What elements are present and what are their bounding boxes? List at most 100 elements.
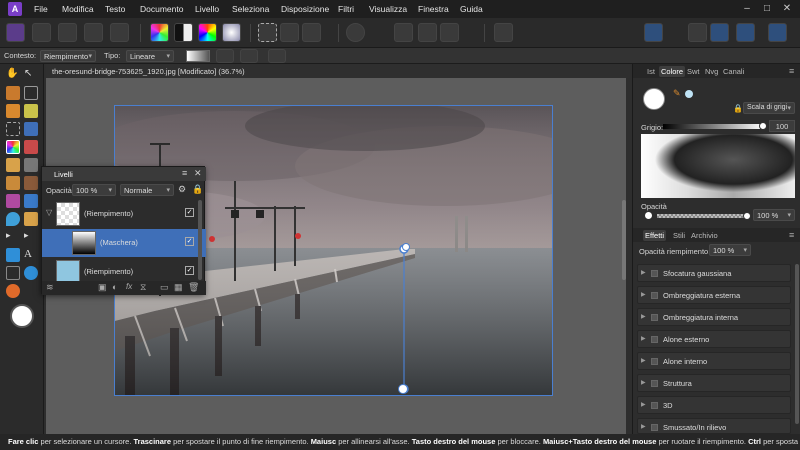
- sponge-tool-icon[interactable]: [24, 212, 38, 226]
- panel-menu-icon[interactable]: ≡: [789, 66, 794, 76]
- mask-layer-icon[interactable]: ▣: [98, 282, 107, 293]
- tone-mapping-persona-icon[interactable]: [84, 23, 103, 42]
- combine-icon[interactable]: [710, 23, 729, 42]
- select-all-icon[interactable]: [258, 23, 277, 42]
- auto-colors-icon[interactable]: [198, 23, 217, 42]
- grayscale-spectrum[interactable]: [641, 134, 795, 198]
- effect-checkbox[interactable]: [651, 292, 658, 299]
- layer-row[interactable]: ▽ (Riempimento) ✓: [42, 200, 206, 228]
- snapping-magnet-icon[interactable]: [440, 23, 459, 42]
- user-icon[interactable]: [768, 23, 787, 42]
- tab-stili[interactable]: Stili: [673, 231, 685, 240]
- menu-guida[interactable]: Guida: [460, 4, 483, 14]
- app-logo-icon[interactable]: A: [8, 2, 22, 16]
- pen-tool-icon[interactable]: ▸: [6, 230, 20, 244]
- intersect-icon[interactable]: [736, 23, 755, 42]
- photo-persona-icon[interactable]: [6, 23, 25, 42]
- opacita-dropdown[interactable]: 100 %: [753, 209, 795, 221]
- assistant-icon[interactable]: [494, 23, 513, 42]
- move-tool-icon[interactable]: ↖: [24, 68, 38, 82]
- maximize-icon[interactable]: □: [760, 2, 774, 16]
- gradient-swatch[interactable]: [186, 50, 210, 62]
- effect-checkbox[interactable]: [651, 402, 658, 409]
- menu-finestra[interactable]: Finestra: [418, 4, 449, 14]
- color-picker-icon[interactable]: [6, 284, 20, 298]
- menu-documento[interactable]: Documento: [140, 4, 183, 14]
- panel-close-icon[interactable]: ✕: [194, 168, 202, 179]
- effect-checkbox[interactable]: [651, 424, 658, 431]
- tab-colore[interactable]: Colore: [659, 66, 686, 77]
- gradient-start-handle[interactable]: [402, 243, 410, 251]
- effects-scrollbar[interactable]: [795, 264, 799, 424]
- settings-gear-icon[interactable]: ⚙: [178, 184, 186, 195]
- menu-filtri[interactable]: Filtri: [338, 4, 354, 14]
- shape-tool-icon[interactable]: [6, 248, 20, 262]
- dodge-tool-icon[interactable]: [6, 158, 20, 172]
- tab-effetti[interactable]: Effetti: [643, 230, 667, 241]
- fx-icon[interactable]: fx: [126, 282, 132, 291]
- menu-file[interactable]: File: [34, 4, 48, 14]
- blend-mode-dropdown[interactable]: Normale: [120, 184, 174, 196]
- selection-brush-tool-icon[interactable]: [24, 104, 38, 118]
- mode-icon[interactable]: [418, 23, 437, 42]
- effect-checkbox[interactable]: [651, 358, 658, 365]
- node-tool-icon[interactable]: ▸: [24, 230, 38, 244]
- color-picker-icon[interactable]: ✎: [673, 88, 681, 99]
- effect-checkbox[interactable]: [651, 270, 658, 277]
- develop-persona-icon[interactable]: [58, 23, 77, 42]
- red-eye-tool-icon[interactable]: [6, 194, 20, 208]
- stroke-color-swatch[interactable]: [685, 90, 693, 98]
- gradient-tool-icon[interactable]: [6, 140, 20, 154]
- delete-gradient-icon[interactable]: [268, 49, 286, 63]
- tipo-dropdown[interactable]: Lineare: [126, 50, 174, 62]
- mesh-tool-icon[interactable]: [6, 266, 20, 280]
- tab-canali[interactable]: Canali: [723, 67, 744, 76]
- effect-checkbox[interactable]: [651, 336, 658, 343]
- menu-testo[interactable]: Testo: [105, 4, 125, 14]
- auto-white-balance-icon[interactable]: [222, 23, 241, 42]
- auto-levels-icon[interactable]: [150, 23, 169, 42]
- layer-visibility-checkbox[interactable]: ✓: [185, 208, 194, 217]
- close-icon[interactable]: ✕: [780, 2, 794, 16]
- paint-brush-tool-icon[interactable]: [6, 104, 20, 118]
- trash-icon[interactable]: 🗑: [188, 282, 199, 293]
- canvas-scrollbar[interactable]: [622, 200, 626, 280]
- layers-stack-icon[interactable]: ≋: [46, 282, 54, 293]
- grigio-slider-handle[interactable]: [759, 122, 767, 130]
- healing-tool-icon[interactable]: [24, 176, 38, 190]
- layer-visibility-checkbox[interactable]: ✓: [185, 237, 194, 246]
- primary-color-swatch[interactable]: [10, 304, 34, 328]
- deselect-icon[interactable]: [280, 23, 299, 42]
- panel-menu-icon[interactable]: ≡: [182, 168, 187, 178]
- layer-row-selected[interactable]: (Maschera) ✓: [42, 229, 206, 257]
- effect-row[interactable]: ▶ Ombreggiatura esterna: [637, 286, 791, 304]
- smudge-tool-icon[interactable]: [6, 212, 20, 226]
- erase-brush-tool-icon[interactable]: [24, 140, 38, 154]
- effect-row[interactable]: ▶ 3D: [637, 396, 791, 414]
- effect-row[interactable]: ▶ Ombreggiatura interna: [637, 308, 791, 326]
- tab-swt[interactable]: Swt: [687, 67, 700, 76]
- opacity-dropdown[interactable]: 100 %: [72, 184, 116, 196]
- auto-contrast-icon[interactable]: [174, 23, 193, 42]
- grid-icon[interactable]: [394, 23, 413, 42]
- text-tool-icon[interactable]: A: [24, 248, 38, 262]
- menu-seleziona[interactable]: Seleziona: [232, 4, 269, 14]
- layer-visibility-checkbox[interactable]: ✓: [185, 266, 194, 275]
- reverse-gradient-icon[interactable]: [216, 49, 234, 63]
- arrange-icon[interactable]: [688, 23, 707, 42]
- align-icon[interactable]: [644, 23, 663, 42]
- lock-icon[interactable]: 🔒: [192, 184, 203, 195]
- effect-checkbox[interactable]: [651, 380, 658, 387]
- opacita-slider-handle[interactable]: [743, 212, 751, 220]
- quick-mask-icon[interactable]: [346, 23, 365, 42]
- tab-archivio[interactable]: Archivio: [691, 231, 718, 240]
- panel-menu-icon[interactable]: ≡: [789, 230, 794, 240]
- fill-opacity-dropdown[interactable]: 100 %: [709, 244, 751, 256]
- tab-ist[interactable]: Ist: [647, 67, 655, 76]
- blur-brush-tool-icon[interactable]: [24, 194, 38, 208]
- document-tab[interactable]: the-oresund-bridge-753625_1920.jpg [Modi…: [46, 64, 630, 78]
- live-filter-icon[interactable]: ⧖: [140, 282, 146, 293]
- grigio-slider[interactable]: [663, 124, 763, 129]
- opacita-slider[interactable]: [657, 214, 747, 218]
- effect-row[interactable]: ▶ Struttura: [637, 374, 791, 392]
